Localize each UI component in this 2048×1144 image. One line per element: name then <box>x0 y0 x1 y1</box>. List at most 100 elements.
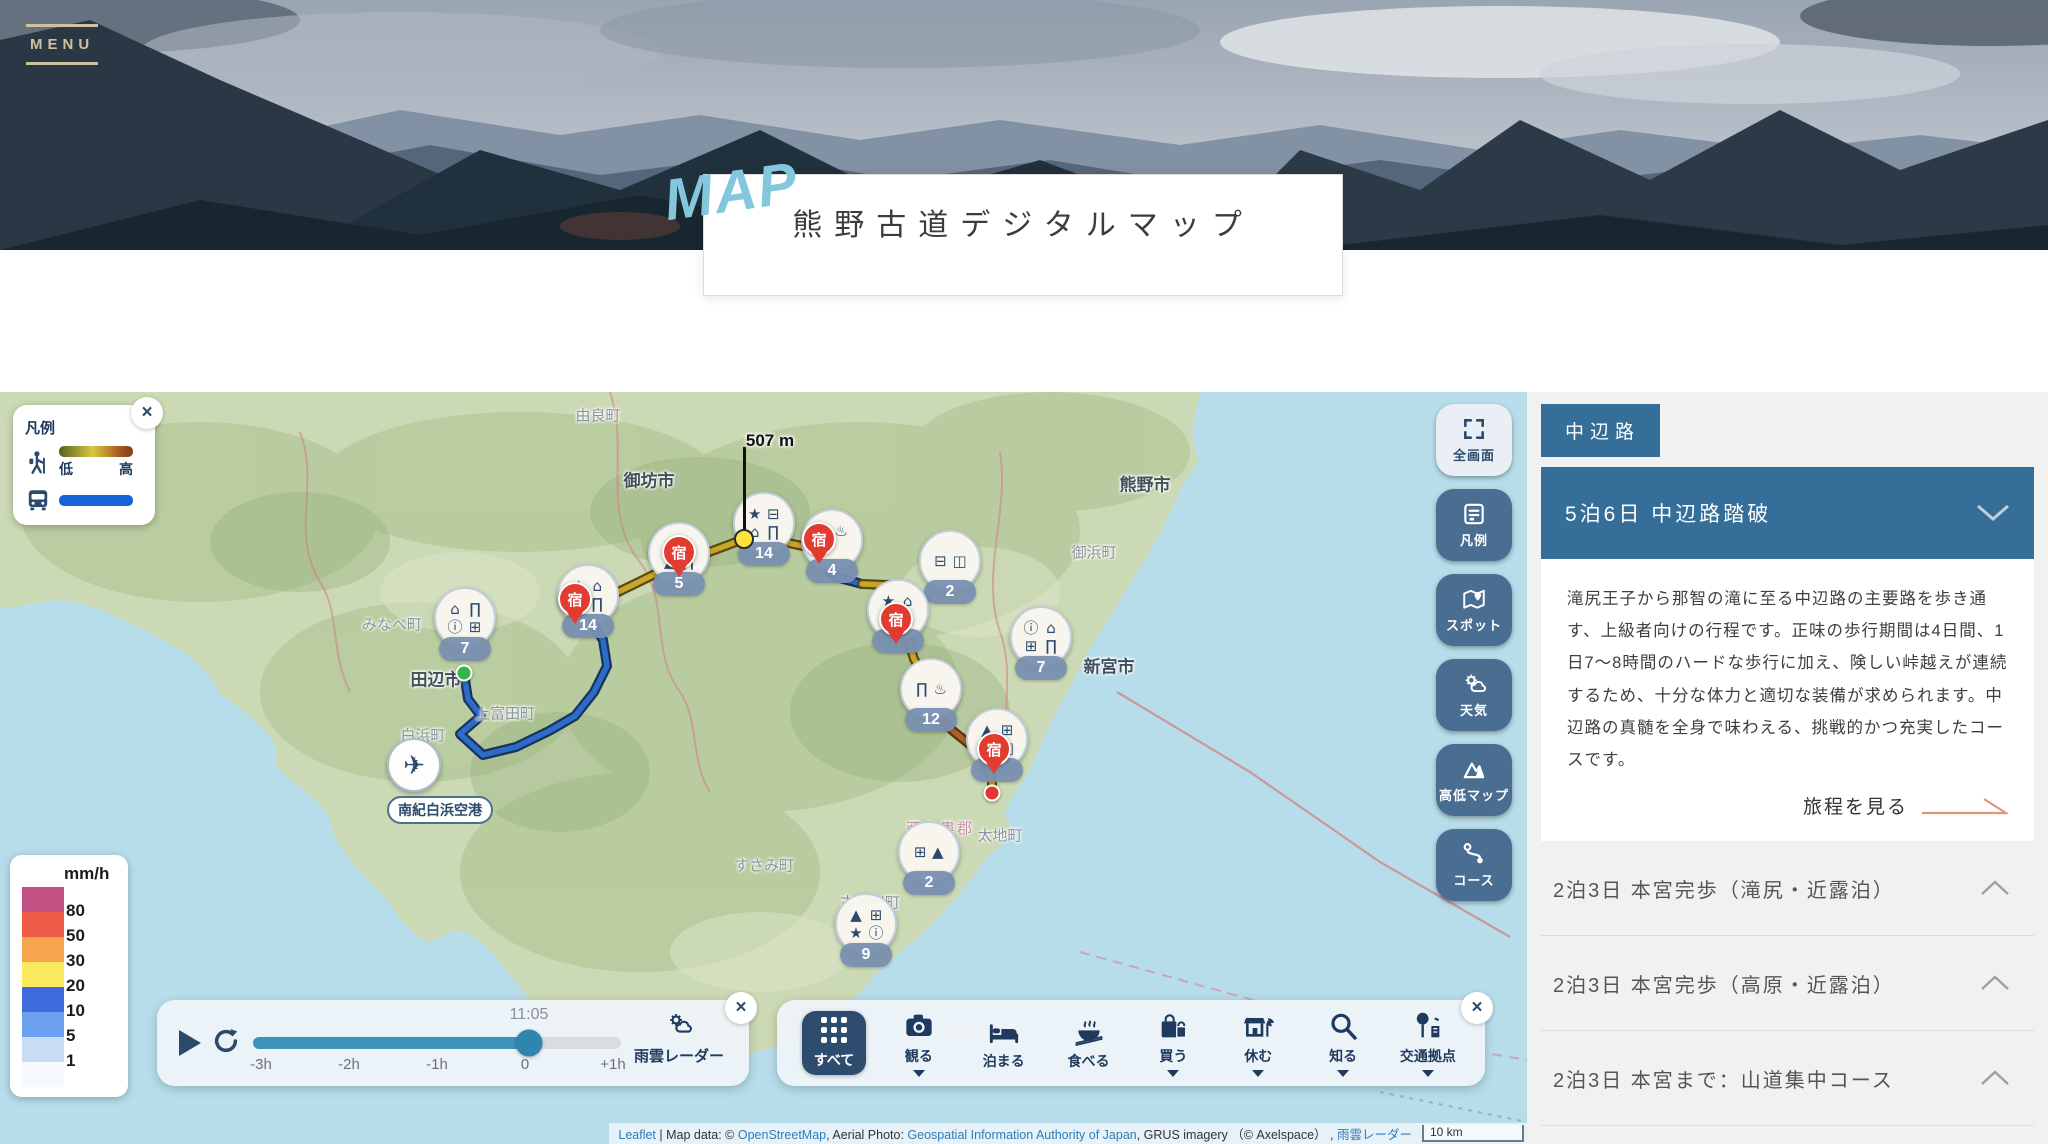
attribution-text: | Map data: © <box>656 1128 738 1142</box>
filter-item-bag[interactable]: 買う <box>1140 1010 1206 1077</box>
filter-item-search[interactable]: 知る <box>1310 1010 1376 1077</box>
slider-fill <box>253 1037 529 1049</box>
place-label: 新宮市 <box>1084 653 1135 678</box>
filter-item-label: 観る <box>905 1046 933 1066</box>
filter-item-transit[interactable]: 交通拠点 <box>1395 1010 1461 1077</box>
rain-color-swatch <box>22 912 64 937</box>
course-accordion-row[interactable]: 2泊3日 本宮まで：峠短縮コース <box>1541 1126 2034 1144</box>
map-tool-spot[interactable]: スポット <box>1436 574 1512 646</box>
bag-icon <box>1155 1010 1191 1042</box>
lodging-pin[interactable]: 宿 <box>802 522 836 564</box>
grid-dot <box>841 1037 847 1043</box>
place-label: 田辺市 <box>411 666 462 691</box>
map-legend-panel: × 凡例 低 高 <box>13 405 155 525</box>
map-cluster-marker[interactable]: ▲⊞★ⓘ9 <box>835 893 897 967</box>
attribution-link[interactable]: 雨雲レーダー <box>1337 1128 1412 1142</box>
filter-item-label: 知る <box>1329 1046 1357 1066</box>
time-slider[interactable]: 11:05 -3h-2h-1h0+1h <box>253 1000 621 1086</box>
filter-item-camera[interactable]: 観る <box>886 1010 952 1077</box>
route-start-dot <box>456 665 473 682</box>
player-close-icon[interactable]: × <box>725 992 757 1024</box>
rain-level-row: 50 <box>22 912 64 937</box>
course-accordion-row[interactable]: 2泊3日 本宮まで：山道集中コース <box>1541 1031 2034 1126</box>
cluster-icon-grid: ▲⊞★ⓘ <box>848 907 883 941</box>
lodging-pin[interactable]: 宿 <box>662 535 696 577</box>
filter-item-food[interactable]: 食べる <box>1056 1015 1122 1071</box>
weather-icon <box>1460 671 1488 697</box>
cluster-count-badge: 2 <box>903 871 955 895</box>
course-sidebar: 中辺路 5泊6日 中辺路踏破滝尻王子から那智の滝に至る中辺路の主要路を歩き通す、… <box>1527 392 2048 1144</box>
info-glyph: ⓘ <box>869 925 884 942</box>
course-accordion-row[interactable]: 2泊3日 本宮完歩（滝尻・近露泊） <box>1541 841 2034 936</box>
map-tool-legend[interactable]: 凡例 <box>1436 489 1512 561</box>
lodging-pin[interactable]: 宿 <box>977 732 1011 774</box>
attribution-link[interactable]: Leaflet <box>618 1128 656 1142</box>
filter-item-label: 休む <box>1244 1046 1272 1066</box>
place-label: 上富田町 <box>475 703 535 724</box>
cluster-count-badge: 7 <box>1015 656 1067 680</box>
filter-item-label: 交通拠点 <box>1400 1046 1456 1066</box>
chevron-down-icon <box>1976 504 2010 522</box>
map-canvas[interactable]: 由良町御坊市印南町みなべ町田辺市上富田町白浜町すさみ町熊野市御浜町新宮市西牟婁郡… <box>0 392 1527 1144</box>
cluster-count-badge: 2 <box>924 580 976 604</box>
chevron-up-icon <box>1980 1070 2010 1086</box>
map-cluster-marker[interactable]: ⓘ⌂⊞∏7 <box>1010 606 1072 680</box>
rain-level-label: 1 <box>66 1051 75 1071</box>
filter-close-icon[interactable]: × <box>1461 992 1493 1024</box>
attribution-link[interactable]: OpenStreetMap <box>738 1128 826 1142</box>
course-accordion-row[interactable]: 2泊3日 本宮完歩（高原・近露泊） <box>1541 936 2034 1031</box>
rain-level-row: 30 <box>22 937 64 962</box>
map-tool-label: 全画面 <box>1453 445 1495 464</box>
legend-close-icon[interactable]: × <box>131 397 163 429</box>
star-glyph: ★ <box>849 925 862 942</box>
map-tool-course[interactable]: コース <box>1436 829 1512 901</box>
menu-button[interactable]: MENU <box>26 24 98 65</box>
filter-item-grid[interactable]: すべて <box>801 1011 867 1075</box>
lodging-pin[interactable]: 宿 <box>558 582 592 624</box>
map-cluster-marker[interactable]: ⊞▲ 2 <box>898 821 960 895</box>
course-title: 2泊3日 本宮完歩（高原・近露泊） <box>1553 969 1895 998</box>
place-label: みなべ町 <box>362 614 422 635</box>
play-button[interactable] <box>179 1030 201 1056</box>
course-title: 5泊6日 中辺路踏破 <box>1565 498 1771 528</box>
rain-radar-toggle[interactable]: 雨雲レーダー <box>623 1010 735 1066</box>
bus-glyph: ⊟ <box>934 553 947 570</box>
map-tool-elevation[interactable]: 高低マップ <box>1436 744 1512 816</box>
course-accordion-header-expanded[interactable]: 5泊6日 中辺路踏破 <box>1541 467 2034 559</box>
refresh-button[interactable] <box>211 1026 241 1056</box>
airport-marker[interactable]: ✈南紀白浜空港 <box>387 738 493 824</box>
house-glyph: ⌂ <box>450 601 460 618</box>
rain-level-row: 10 <box>22 987 64 1012</box>
rain-level-label: 5 <box>66 1026 75 1046</box>
slider-thumb[interactable] <box>516 1030 543 1057</box>
torii-glyph: ∏ <box>469 601 480 618</box>
attribution-link[interactable]: Geospatial Information Authority of Japa… <box>907 1128 1136 1142</box>
shop-icon <box>1240 1010 1276 1042</box>
view-itinerary-link[interactable]: 旅程を見る <box>1567 792 2008 819</box>
course-icon <box>1460 841 1488 867</box>
map-cluster-marker[interactable]: ∏♨12 <box>900 658 962 732</box>
arrow-right-icon <box>1922 796 2008 816</box>
slider-tick-label: 0 <box>521 1056 529 1073</box>
route-tab-nakahechi[interactable]: 中辺路 <box>1541 404 1660 457</box>
place-label: 太地町 <box>977 825 1022 846</box>
map-cluster-marker[interactable]: ⌂∏ⓘ⊞7 <box>434 587 496 661</box>
grid-dot <box>841 1017 847 1023</box>
cluster-icon-grid: ⊞▲ <box>914 844 944 861</box>
lodging-pin[interactable]: 宿 <box>879 602 913 644</box>
elevation-point-dot[interactable] <box>734 529 754 549</box>
radar-label: 雨雲レーダー <box>623 1045 735 1066</box>
rain-color-swatch <box>22 1062 64 1087</box>
filter-item-label: すべて <box>814 1050 854 1070</box>
torii-glyph: ∏ <box>768 524 779 541</box>
legend-title: 凡例 <box>25 417 143 438</box>
star-glyph: ★ <box>748 506 761 523</box>
bus-glyph: ⊟ <box>767 506 780 523</box>
map-tool-fullscreen[interactable]: 全画面 <box>1436 404 1512 476</box>
filter-item-shop[interactable]: 休む <box>1225 1010 1291 1077</box>
page: MENU MAP 熊野古道デジタルマップ <box>0 0 2048 1144</box>
map-tool-weather[interactable]: 天気 <box>1436 659 1512 731</box>
lodging-pin-tail <box>888 632 904 644</box>
filter-item-bed[interactable]: 泊まる <box>971 1015 1037 1071</box>
shop-glyph: ◫ <box>953 553 967 570</box>
